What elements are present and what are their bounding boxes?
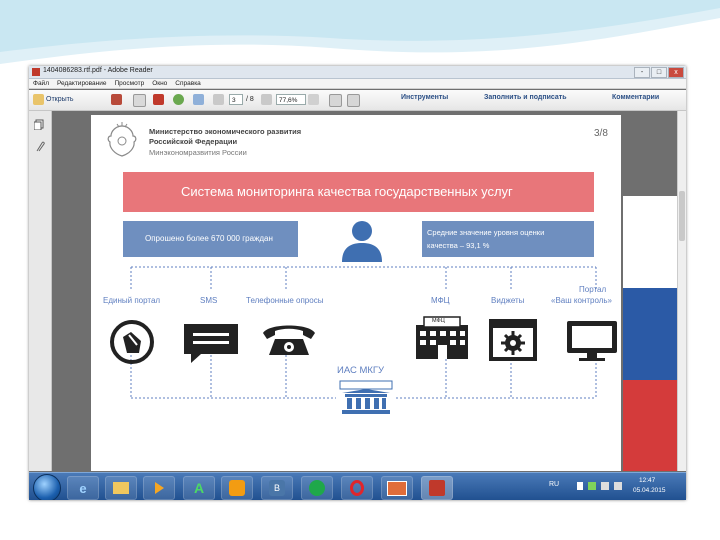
menu-view[interactable]: Просмотр bbox=[115, 79, 145, 88]
comment-tool-icon[interactable] bbox=[347, 94, 360, 107]
government-building-icon bbox=[339, 380, 393, 414]
window-title: 1404086283.rtf.pdf - Adobe Reader bbox=[43, 67, 153, 74]
page-up-icon[interactable] bbox=[213, 94, 224, 105]
close-button[interactable]: x bbox=[668, 67, 684, 78]
maximize-button[interactable]: □ bbox=[651, 67, 667, 78]
media-player-icon[interactable] bbox=[143, 476, 175, 500]
menu-bar: Файл Редактирование Просмотр Окно Справк… bbox=[29, 79, 686, 89]
photo-viewer-icon[interactable] bbox=[381, 476, 413, 500]
create-pdf-icon[interactable] bbox=[111, 94, 122, 105]
email-icon[interactable] bbox=[193, 94, 204, 105]
open-folder-icon bbox=[33, 94, 44, 105]
sms-chat-icon bbox=[184, 324, 238, 363]
channel-label-portal: Единый портал bbox=[103, 296, 161, 305]
network-icon[interactable] bbox=[601, 482, 609, 490]
odnoklassniki-icon[interactable] bbox=[221, 476, 253, 500]
tray-flag-icon[interactable] bbox=[588, 482, 596, 490]
tools-link[interactable]: Инструменты bbox=[401, 94, 448, 101]
vertical-scrollbar[interactable] bbox=[677, 111, 686, 471]
monitor-icon bbox=[567, 321, 617, 361]
vkontakte-icon[interactable]: B bbox=[261, 476, 293, 500]
center-system-label: ИАС МКГУ bbox=[337, 365, 385, 376]
save-icon[interactable] bbox=[153, 94, 164, 105]
channel-label-widgets: Виджеты bbox=[491, 296, 525, 305]
clock-time[interactable]: 12:47 bbox=[639, 477, 655, 484]
adobe-reader-window: 1404086283.rtf.pdf - Adobe Reader - □ x … bbox=[29, 66, 686, 500]
attachment-clip-icon[interactable] bbox=[34, 141, 45, 152]
gosuslugi-hand-icon bbox=[110, 320, 154, 364]
decorative-wave bbox=[0, 0, 720, 64]
fit-page-icon[interactable] bbox=[329, 94, 342, 107]
opera-browser-icon[interactable] bbox=[341, 476, 373, 500]
menu-file[interactable]: Файл bbox=[33, 79, 49, 88]
select-tool-icon[interactable] bbox=[261, 94, 272, 105]
windows-taskbar: e A B RU 12:47 05.04.2015 bbox=[29, 472, 686, 500]
adobe-reader-icon bbox=[32, 68, 40, 76]
upload-cloud-icon[interactable] bbox=[173, 94, 184, 105]
fill-sign-link[interactable]: Заполнить и подписать bbox=[484, 94, 567, 101]
connector-lines bbox=[130, 266, 597, 399]
menu-help[interactable]: Справка bbox=[175, 79, 201, 88]
channel-label-portal-control-line1: Портал bbox=[579, 285, 607, 294]
navigation-panel bbox=[29, 111, 52, 471]
telephone-icon bbox=[263, 325, 315, 355]
channel-label-phone: Телефонные опросы bbox=[246, 296, 324, 305]
system-tray bbox=[577, 482, 622, 490]
minimize-button[interactable]: - bbox=[634, 67, 650, 78]
mfc-sign-text: МФЦ bbox=[432, 318, 445, 324]
windows-start-button[interactable] bbox=[33, 474, 61, 500]
channel-label-sms: SMS bbox=[200, 296, 218, 305]
pdf-page: Министерство экономического развития Рос… bbox=[91, 115, 621, 471]
toolbar: Открыть 3 / 8 77,6% Инструменты Заполнит… bbox=[29, 90, 686, 111]
internet-explorer-icon[interactable]: e bbox=[67, 476, 99, 500]
open-button[interactable]: Открыть bbox=[46, 93, 74, 106]
channel-label-mfc: МФЦ bbox=[431, 296, 450, 305]
print-icon[interactable] bbox=[133, 94, 146, 107]
adobe-reader-taskbar-icon[interactable] bbox=[421, 476, 453, 500]
zoom-dropdown-icon[interactable] bbox=[308, 94, 319, 105]
widget-gear-window-icon bbox=[489, 319, 537, 361]
mail-agent-icon[interactable] bbox=[301, 476, 333, 500]
comments-link[interactable]: Комментарии bbox=[612, 94, 659, 101]
page-number-input[interactable]: 3 bbox=[229, 94, 243, 105]
title-bar: 1404086283.rtf.pdf - Adobe Reader - □ x bbox=[29, 66, 686, 79]
language-indicator[interactable]: RU bbox=[549, 481, 559, 488]
channel-label-portal-control-line2: «Ваш контроль» bbox=[551, 296, 613, 305]
file-explorer-icon[interactable] bbox=[105, 476, 137, 500]
menu-window[interactable]: Окно bbox=[152, 79, 167, 88]
tray-arrow-icon[interactable] bbox=[577, 482, 583, 490]
clock-date[interactable]: 05.04.2015 bbox=[633, 487, 666, 494]
menu-edit[interactable]: Редактирование bbox=[57, 79, 107, 88]
page-total: / 8 bbox=[246, 96, 254, 103]
green-a-app-icon[interactable]: A bbox=[183, 476, 215, 500]
russian-flag-background bbox=[623, 196, 678, 471]
pages-thumbnail-icon[interactable] bbox=[34, 119, 45, 130]
scrollbar-thumb[interactable] bbox=[679, 191, 685, 241]
zoom-input[interactable]: 77,6% bbox=[276, 94, 306, 105]
volume-icon[interactable] bbox=[614, 482, 622, 490]
